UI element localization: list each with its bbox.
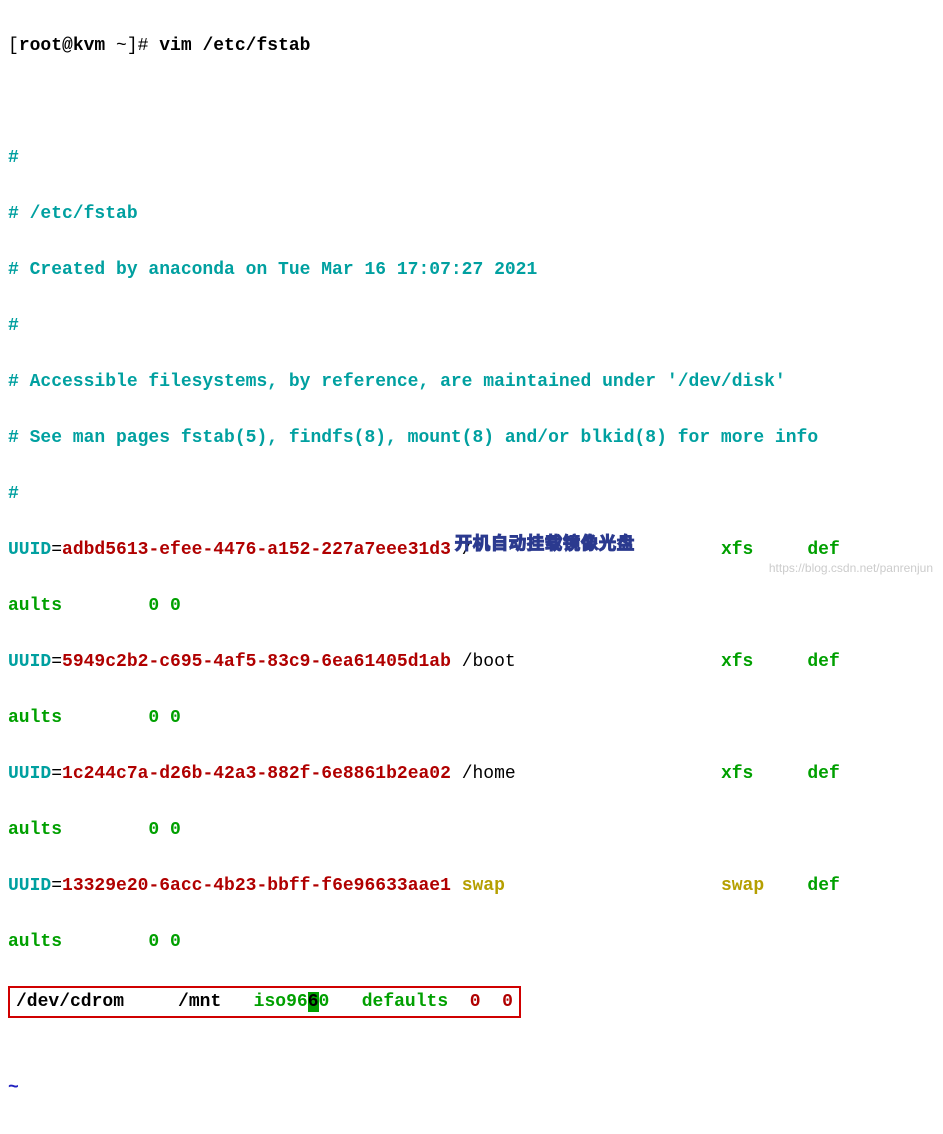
comment-line: # (8, 480, 935, 508)
mount-point: /mnt (178, 992, 221, 1012)
uuid-value: 13329e20-6acc-4b23-bbff-f6e96633aae1 (62, 876, 451, 896)
gap (448, 992, 470, 1012)
comment-line: # (8, 144, 935, 172)
watermark-text: https://blog.csdn.net/panrenjun (769, 554, 933, 582)
fs-type: xfs (721, 540, 753, 560)
fs-type: xfs (721, 764, 753, 784)
comment-line: # (8, 312, 935, 340)
eq: = (51, 540, 62, 560)
comment-line: # Accessible filesystems, by reference, … (8, 368, 935, 396)
cwd: ~ (105, 36, 127, 56)
opts: def (807, 652, 839, 672)
pad (764, 876, 807, 896)
user-host: root@kvm (19, 36, 105, 56)
comment-line: # See man pages fstab(5), findfs(8), mou… (8, 424, 935, 452)
fs-type-post: 0 (319, 992, 330, 1012)
highlight-box: /dev/cdrom /mnt iso9660 defaults 0 0 (8, 986, 521, 1018)
key: UUID (8, 652, 51, 672)
mount-point: /home (451, 764, 721, 784)
comment-line: # /etc/fstab (8, 200, 935, 228)
gap (481, 992, 503, 1012)
caption-annotation: 开机自动挂载镜像光盘 (455, 530, 635, 558)
eq: = (51, 876, 62, 896)
highlighted-fstab-line: /dev/cdrom /mnt iso9660 defaults 0 0 (8, 984, 935, 1018)
fs-type-pre: iso96 (254, 992, 308, 1012)
fstab-entry: UUID=1c244c7a-d26b-42a3-882f-6e8861b2ea0… (8, 760, 935, 788)
fstab-entry-wrap: aults 0 0 (8, 816, 935, 844)
fstab-entry-wrap: aults 0 0 (8, 928, 935, 956)
gap (221, 992, 253, 1012)
pad (753, 764, 807, 784)
uuid-value: 1c244c7a-d26b-42a3-882f-6e8861b2ea02 (62, 764, 451, 784)
key: UUID (8, 540, 51, 560)
command-text: vim /etc/fstab (159, 36, 310, 56)
uuid-value: 5949c2b2-c695-4af5-83c9-6ea61405d1ab (62, 652, 451, 672)
opts-tail: aults 0 0 (8, 596, 181, 616)
vim-tilde: ~ (8, 1074, 935, 1102)
fstab-entry: UUID=13329e20-6acc-4b23-bbff-f6e96633aae… (8, 872, 935, 900)
fstab-entry: UUID=5949c2b2-c695-4af5-83c9-6ea61405d1a… (8, 648, 935, 676)
gap (329, 992, 361, 1012)
fs-type: xfs (721, 652, 753, 672)
mount-point: swap (451, 876, 721, 896)
pass: 0 (502, 992, 513, 1012)
cursor[interactable]: 6 (308, 992, 319, 1012)
defaults: defaults (362, 992, 448, 1012)
key: UUID (8, 764, 51, 784)
opts: def (807, 876, 839, 896)
pad (753, 652, 807, 672)
opts-tail: aults 0 0 (8, 820, 181, 840)
fs-type: swap (721, 876, 764, 896)
gap (124, 992, 178, 1012)
opts-tail: aults 0 0 (8, 932, 181, 952)
mount-point: /boot (451, 652, 721, 672)
bracket-open: [ (8, 36, 19, 56)
opts: def (807, 764, 839, 784)
dump: 0 (470, 992, 481, 1012)
fstab-entry-wrap: aults 0 0 (8, 592, 935, 620)
prompt-line: [root@kvm ~]# vim /etc/fstab (8, 32, 935, 60)
opts-tail: aults 0 0 (8, 708, 181, 728)
eq: = (51, 652, 62, 672)
uuid-value: adbd5613-efee-4476-a152-227a7eee31d3 (62, 540, 451, 560)
fstab-entry-wrap: aults 0 0 (8, 704, 935, 732)
device-path: /dev/cdrom (16, 992, 124, 1012)
key: UUID (8, 876, 51, 896)
comment-line: # Created by anaconda on Tue Mar 16 17:0… (8, 256, 935, 284)
bracket-close: ]# (127, 36, 159, 56)
eq: = (51, 764, 62, 784)
